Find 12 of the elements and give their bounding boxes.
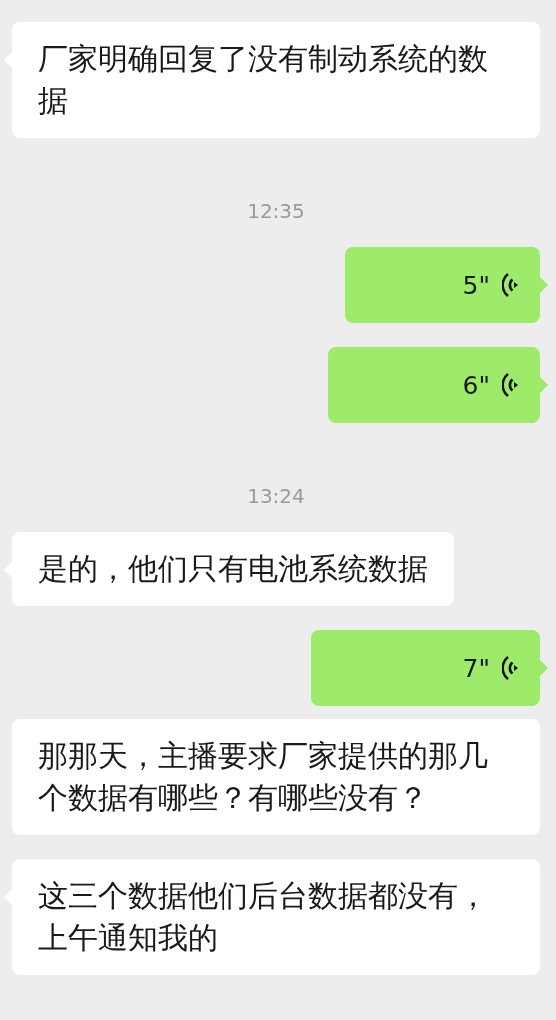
sound-wave-icon (502, 655, 518, 681)
voice-message[interactable]: 5" (345, 247, 540, 323)
message-text: 那那天，主播要求厂家提供的那几个数据有哪些？有哪些没有？ (38, 738, 488, 815)
sound-wave-icon (502, 372, 518, 398)
voice-message[interactable]: 6" (328, 347, 540, 423)
voice-message[interactable]: 7" (311, 630, 540, 706)
message-text: 厂家明确回复了没有制动系统的数据 (38, 41, 488, 118)
message-text: 这三个数据他们后台数据都没有，上午通知我的 (38, 878, 488, 955)
timestamp: 13:24 (247, 485, 305, 507)
sound-wave-icon (502, 272, 518, 298)
message-text: 是的，他们只有电池系统数据 (38, 551, 428, 586)
timestamp: 12:35 (247, 200, 305, 222)
